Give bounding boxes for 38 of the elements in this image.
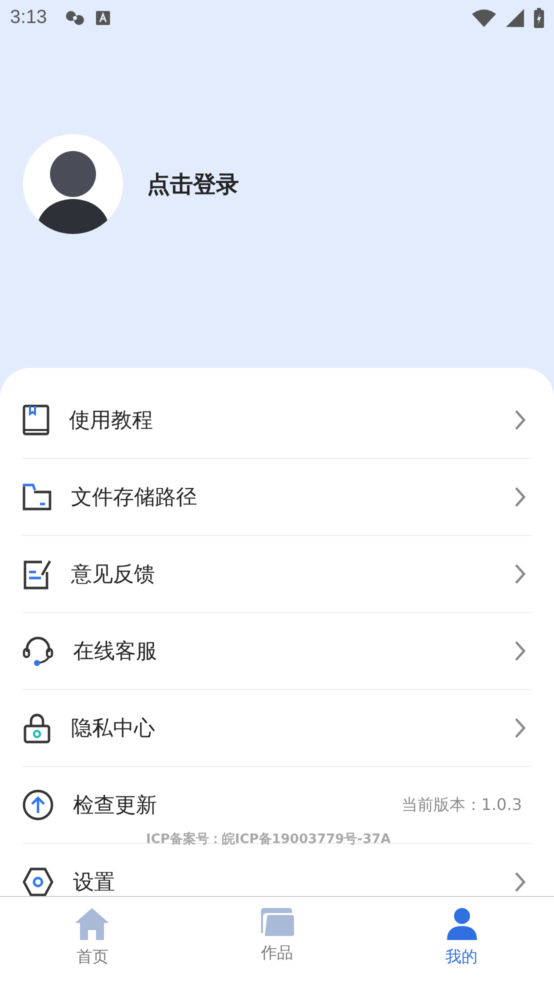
menu-item[interactable]: 在线客服 <box>22 613 532 690</box>
nav-tab[interactable]: 首页 <box>0 897 185 984</box>
signal-icon <box>506 9 524 27</box>
chevron-right-icon <box>514 563 526 585</box>
menu-label: 隐私中心 <box>71 715 156 742</box>
chevron-right-icon <box>514 717 526 739</box>
version-text: 当前版本：1.0.3 <box>401 794 522 816</box>
menu-item[interactable]: 使用教程 <box>22 382 532 459</box>
menu-label: 意见反馈 <box>71 561 156 588</box>
menu-item[interactable]: 意见反馈 <box>22 536 532 613</box>
menu-label: 使用教程 <box>69 407 154 434</box>
menu-item[interactable]: 隐私中心 <box>22 690 532 767</box>
menu-item[interactable]: 文件存储路径 <box>22 459 532 536</box>
menu-label: 设置 <box>73 869 116 896</box>
lock-icon <box>22 712 52 744</box>
nav-tab[interactable]: 我的 <box>369 897 554 984</box>
nav-tab[interactable]: 作品 <box>184 897 370 984</box>
menu-label: 检查更新 <box>73 792 158 819</box>
edit-icon <box>22 558 52 590</box>
chevron-right-icon <box>514 640 526 662</box>
battery-icon <box>534 8 544 28</box>
chevron-right-icon <box>514 486 526 508</box>
menu-label: 在线客服 <box>73 638 158 665</box>
chevron-right-icon <box>514 871 526 893</box>
chevron-right-icon <box>514 409 526 431</box>
status-time: 3:13 <box>10 7 47 29</box>
menu-label: 文件存储路径 <box>71 484 198 511</box>
upload-icon <box>22 789 54 821</box>
settings-icon <box>22 866 54 896</box>
keyboard-icon <box>94 10 111 26</box>
book-icon <box>22 404 50 436</box>
home-icon <box>74 907 110 941</box>
headset-icon <box>22 635 54 667</box>
avatar-icon[interactable] <box>23 134 123 234</box>
folder-icon <box>22 483 52 511</box>
login-link[interactable]: 点击登录 <box>147 168 239 200</box>
wifi-icon <box>472 9 496 27</box>
folder-icon <box>259 907 295 937</box>
